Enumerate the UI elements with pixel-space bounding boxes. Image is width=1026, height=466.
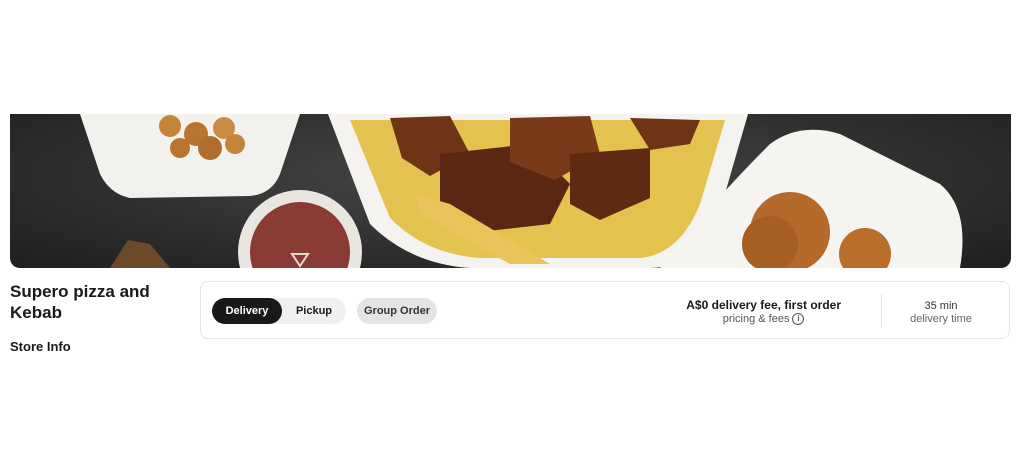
delivery-time-value: 35 min [924, 300, 958, 312]
delivery-time-info: 35 min delivery time [895, 300, 987, 326]
delivery-time-label: delivery time [910, 313, 972, 325]
delivery-option[interactable]: Delivery [212, 298, 282, 324]
store-banner [10, 114, 1011, 268]
info-icon[interactable]: i [792, 313, 805, 325]
banner-food-image [80, 114, 963, 268]
delivery-fee-info[interactable]: A$0 delivery fee, first order pricing & … [686, 298, 841, 326]
pickup-option[interactable]: Pickup [282, 298, 346, 324]
divider [881, 294, 882, 328]
pricing-fees-row[interactable]: pricing & fees i [686, 312, 841, 326]
delivery-fee-headline: A$0 delivery fee, first order [686, 298, 841, 312]
store-info-link[interactable]: Store Info [10, 339, 71, 354]
order-options-bar: Delivery Pickup Group Order A$0 delivery… [200, 281, 1010, 339]
group-order-button[interactable]: Group Order [357, 298, 437, 324]
store-name: Supero pizza and Kebab [10, 282, 150, 322]
pricing-fees-label: pricing & fees [722, 313, 790, 325]
fulfillment-toggle[interactable]: Delivery Pickup [212, 298, 346, 324]
